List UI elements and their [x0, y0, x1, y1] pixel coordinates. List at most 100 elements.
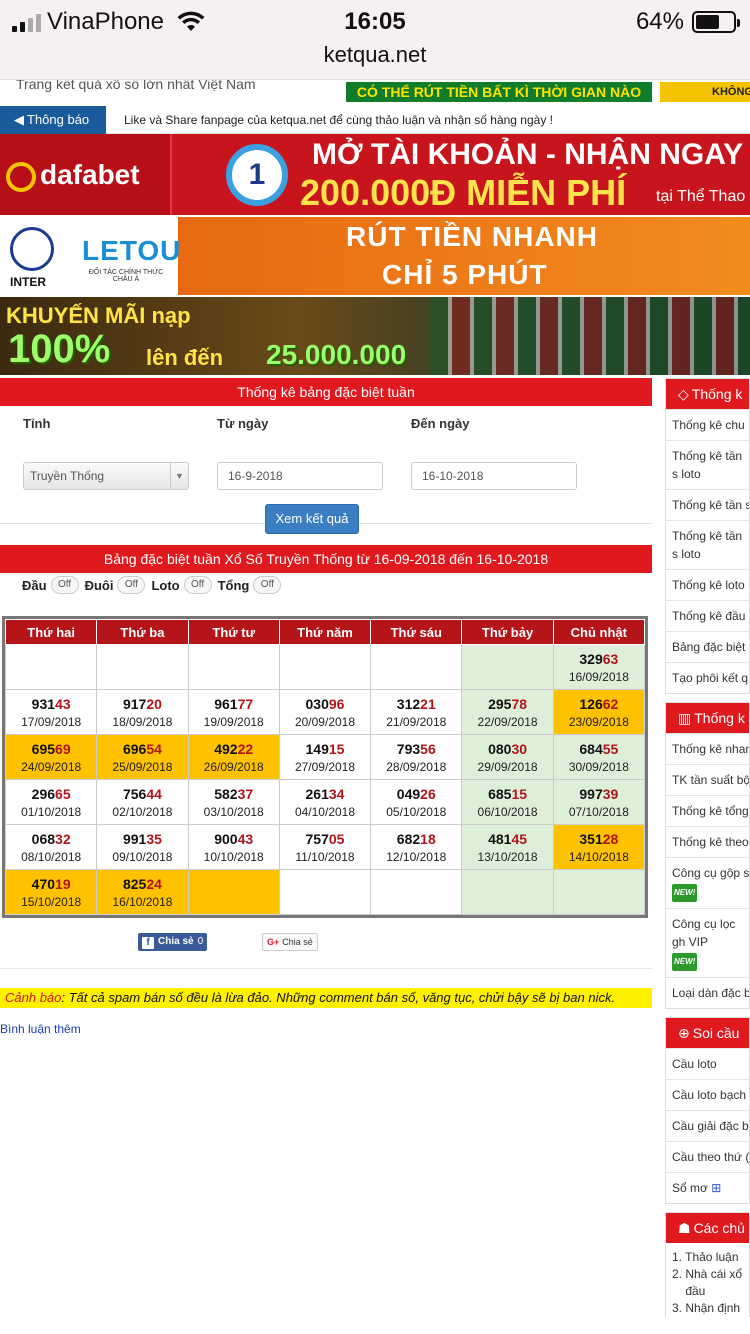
sidebar-stats2-link[interactable]: Thống kê tổng [666, 795, 749, 826]
view-results-button[interactable]: Xem kết quả [265, 504, 359, 534]
toggle-label-tong: Tổng [217, 577, 250, 593]
table-row: 29665 01/10/2018 75644 02/10/2018 58237 03/10… [4, 779, 646, 825]
sidebar-topic-item[interactable]: 1. Thảo luận [672, 1249, 749, 1266]
letou-logo-block: INTER LETOU ĐỐI TÁC CHÍNH THỨC CHÂU Á [0, 217, 180, 295]
url-bar[interactable]: ketqua.net [0, 42, 750, 68]
result-cell: 69569 24/09/2018 [4, 734, 98, 780]
number-tail: 21 [420, 695, 436, 712]
sidebar-stats2-link[interactable]: Thống kê theo [666, 826, 749, 857]
draw-date: 13/10/2018 [477, 849, 538, 864]
sidebar-stats2-link[interactable]: Thống kê nhan [666, 733, 749, 764]
to-date-input[interactable]: 16-10-2018 [411, 462, 577, 490]
result-cell: 14915 27/09/2018 [278, 734, 372, 780]
promo-deposit-banner[interactable]: KHUYẾN MÃI nạp 100% lên đến 25.000.000 [0, 297, 750, 375]
promo-banner-withdraw[interactable]: CÓ THỂ RÚT TIỀN BẤT KÌ THỜI GIAN NÀO [346, 82, 652, 102]
sidebar-topic-item[interactable]: 3. Nhận định [672, 1300, 749, 1317]
comment-link[interactable]: Bình luận thêm [0, 1022, 81, 1036]
sidebar-stats-link[interactable]: Thống kê tần s loto [666, 440, 749, 489]
number-head: 682 [396, 830, 421, 847]
letou-subheadline: CHỈ 5 PHÚT [382, 259, 548, 290]
sidebar-soicau-link[interactable]: Cầu loto bạch [666, 1079, 749, 1110]
number-tail: 45 [511, 830, 528, 847]
sidebar-stats2-title: ▥ Thống k [666, 703, 749, 733]
toggle-duoi[interactable]: Off [117, 576, 146, 594]
toggle-loto[interactable]: Off [183, 576, 212, 594]
notice-label: ◀ Thông báo [0, 106, 106, 134]
promo-upto: lên đến [146, 345, 224, 370]
column-header: Thứ bảy [461, 619, 554, 645]
sidebar-stats-link[interactable]: Thống kê tần s loto [666, 520, 749, 569]
sidebar-topics-box: ☗ Các chủ 1. Thảo luận 2. Nhà cái xổ đầu 3.… [665, 1212, 750, 1317]
sidebar-topic-item[interactable]: 2. Nhà cái xổ [672, 1266, 749, 1283]
expand-icon[interactable]: ⊞ [708, 1181, 721, 1195]
chevron-down-icon: ▼ [170, 463, 188, 489]
diamond-icon: ◇ [678, 386, 689, 402]
sidebar-soicau-link[interactable]: Cầu giải đặc b [666, 1110, 749, 1141]
number-tail: 63 [602, 650, 619, 667]
number-head: 917 [122, 695, 147, 712]
sidebar-soicau-link[interactable]: Cầu loto [666, 1048, 749, 1079]
sidebar-stats-link[interactable]: Thống kê loto [666, 569, 749, 600]
result-cell [278, 644, 372, 690]
result-cell: 75644 02/10/2018 [96, 779, 189, 825]
result-cell: 49222 26/09/2018 [187, 734, 280, 780]
notice-text[interactable]: Like và Share fanpage của ketqua.net để … [124, 113, 553, 127]
facebook-share-button[interactable]: f Chia sẻ 0 [138, 933, 208, 951]
google-share-button[interactable]: G+ Chia sẻ [262, 933, 318, 951]
sidebar-soicau-link-label: Cầu loto [672, 1057, 717, 1071]
draw-date: 12/10/2018 [386, 849, 447, 864]
from-date-input[interactable]: 16-9-2018 [217, 462, 383, 490]
special-number: 91720 [97, 696, 187, 712]
sidebar-stats2-link[interactable]: Công cụ gộp s NEW! [666, 857, 749, 908]
result-cell: 68218 12/10/2018 [370, 824, 463, 870]
result-cell: 96177 19/09/2018 [187, 689, 280, 735]
sidebar-stats2-link[interactable]: Công cụ lọc gh VIP NEW! [666, 908, 749, 977]
special-number: 26134 [280, 786, 370, 802]
sidebar-stats-link[interactable]: Thống kê tần s [666, 489, 749, 520]
province-select[interactable]: Truyền Thống ▼ [23, 462, 189, 490]
promo-banner-yellow[interactable]: KHÔNG [660, 82, 750, 102]
special-number: 90043 [189, 831, 279, 847]
sidebar-stats-link[interactable]: Thống kê đầu [666, 600, 749, 631]
sidebar-stats2-box: ▥ Thống k Thống kê nhan TK tần suất bộ Thốn… [665, 702, 750, 1009]
sidebar-topic-item[interactable]: đầu [672, 1283, 749, 1300]
sidebar-stats2-link[interactable]: Loại dàn đặc b [666, 977, 749, 1008]
result-cell [4, 644, 98, 690]
sidebar-soicau-link-label: Cầu giải đặc b [672, 1119, 749, 1133]
sidebar-stats-link[interactable]: Bảng đặc biệt [666, 631, 749, 662]
sidebar-stats-link-label: Thống kê tần s [672, 498, 749, 512]
sidebar-soicau-link[interactable]: Sổ mơ ⊞ [666, 1172, 749, 1203]
sidebar-stats-link[interactable]: Tạo phôi kết q [666, 662, 749, 693]
result-cell: 06832 08/10/2018 [4, 824, 98, 870]
number-head: 684 [579, 740, 603, 757]
toggle-dau[interactable]: Off [50, 576, 79, 594]
battery: 64% [636, 8, 740, 36]
number-head: 312 [396, 695, 421, 712]
sidebar-soicau-link[interactable]: Cầu theo thứ ( [666, 1141, 749, 1172]
draw-date: 10/10/2018 [203, 849, 264, 864]
special-number: 49222 [189, 741, 279, 757]
special-number: 29665 [6, 786, 96, 802]
sidebar-stats-link-label: Thống kê đầu [672, 609, 746, 623]
special-number: 47019 [6, 876, 96, 892]
result-cell: 99739 07/10/2018 [552, 779, 646, 825]
new-badge: NEW! [672, 953, 698, 971]
dafabet-banner[interactable]: dafabet 1 MỞ TÀI KHOẢN - NHẬN NGAY 200.0… [0, 134, 750, 215]
sidebar-stats-link[interactable]: Thống kê chu [666, 409, 749, 440]
result-cell: 47019 15/10/2018 [4, 869, 98, 915]
toggle-tong[interactable]: Off [253, 576, 282, 594]
users-icon: ☗ [678, 1220, 691, 1236]
sidebar-stats2-link-label: Công cụ lọc gh VIP [672, 917, 736, 949]
number-head: 049 [396, 785, 421, 802]
sidebar-stats2-link[interactable]: TK tần suất bộ [666, 764, 749, 795]
special-number: 68515 [462, 786, 552, 802]
special-number: 08030 [462, 741, 552, 757]
number-tail: 26 [420, 785, 436, 802]
result-cell: 48145 13/10/2018 [461, 824, 554, 870]
number-tail: 18 [420, 830, 436, 847]
google-share-label: Chia sẻ [282, 937, 313, 947]
special-number: 69569 [6, 741, 96, 757]
letou-banner[interactable]: INTER LETOU ĐỐI TÁC CHÍNH THỨC CHÂU Á RÚ… [0, 217, 750, 295]
special-number: 58237 [189, 786, 279, 802]
number-tail: 78 [511, 695, 528, 712]
